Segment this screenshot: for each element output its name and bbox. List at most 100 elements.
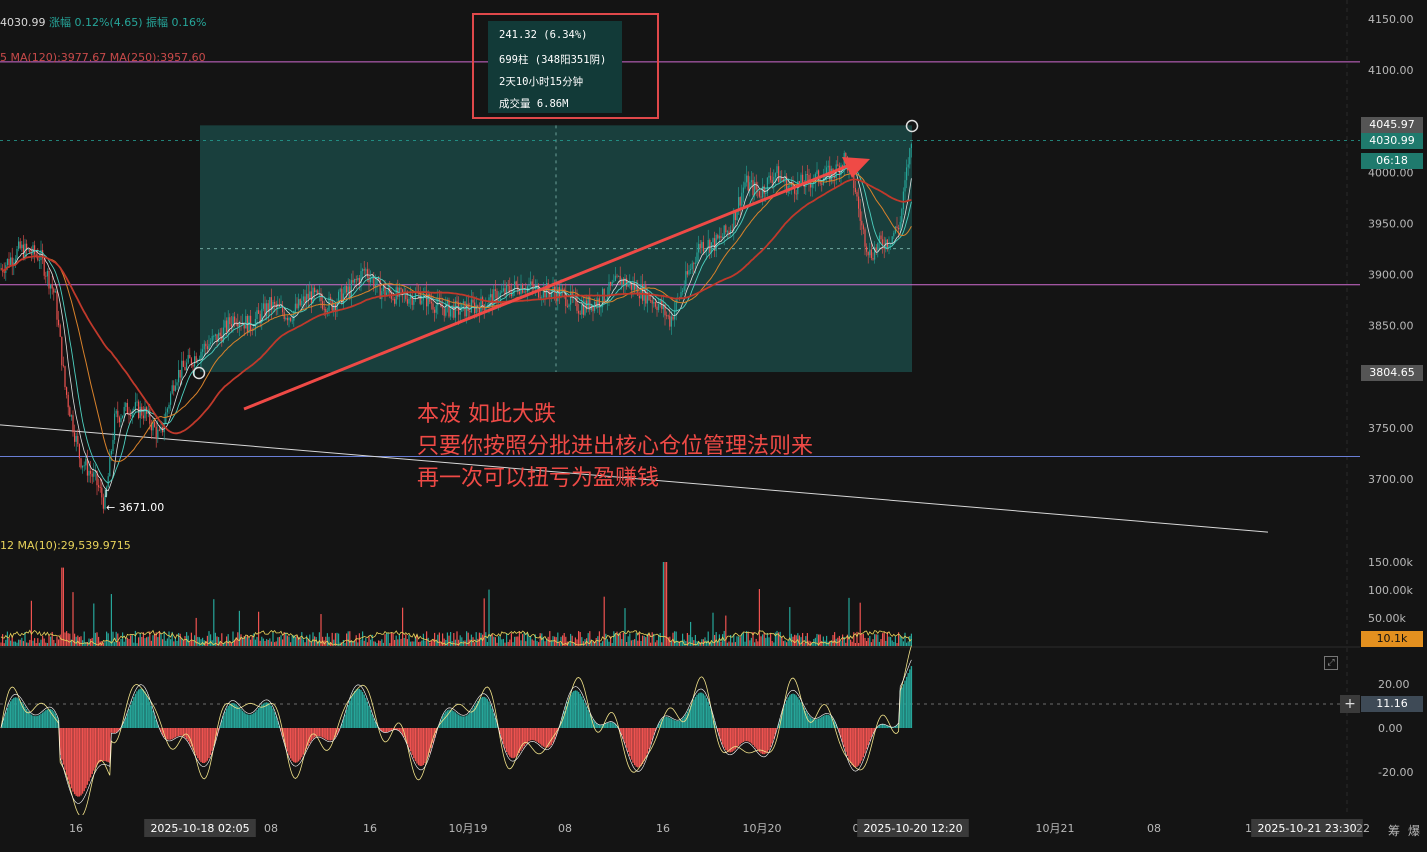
osc-bar (726, 728, 729, 752)
candle-body (773, 176, 775, 184)
volume-bar (358, 633, 360, 646)
candle-body (182, 360, 184, 367)
volume-bar (738, 636, 740, 646)
candle-body (370, 278, 372, 283)
candle-body (530, 281, 532, 286)
osc-bar (853, 728, 855, 767)
candle-body (347, 286, 349, 293)
osc-bar (275, 716, 277, 728)
volume-bar (75, 636, 77, 646)
volume-bar (504, 642, 506, 646)
volume-bar (464, 640, 466, 646)
volume-bar (770, 633, 772, 646)
candle-body (118, 417, 120, 423)
candle-body (112, 439, 114, 451)
osc-bar (347, 705, 349, 728)
osc-bar (817, 718, 820, 728)
candle-body (218, 332, 220, 342)
volume-bar (862, 633, 864, 646)
osc-bar (331, 728, 333, 741)
candle-body (16, 248, 18, 260)
osc-bar (193, 728, 196, 753)
volume-bar (21, 637, 23, 646)
osc-bar (104, 728, 106, 762)
osc-bar (651, 728, 653, 740)
osc-bar (326, 728, 329, 741)
chip-icon[interactable]: 筹 (1388, 822, 1400, 839)
volume-bar (878, 641, 880, 646)
volume-bar (267, 639, 269, 646)
volume-bar (776, 630, 778, 646)
osc-bar (371, 714, 373, 728)
volume-bar (240, 634, 242, 646)
osc-bar (824, 715, 826, 728)
high-price-box: 4045.97 (1361, 117, 1423, 133)
volume-bar (763, 632, 765, 646)
candle-body (298, 299, 300, 309)
osc-bar (598, 725, 601, 728)
candle-body (101, 487, 103, 498)
volume-bar (822, 636, 824, 646)
candle-body (421, 300, 423, 304)
volume-bar (536, 640, 538, 646)
burst-icon[interactable]: 爆 (1408, 822, 1420, 839)
osc-bar (792, 693, 794, 728)
volume-bar (870, 642, 872, 646)
volume-bar (107, 633, 109, 646)
candle-body (909, 148, 911, 165)
osc-bar (509, 728, 511, 757)
volume-bar (438, 632, 440, 646)
candle-body (725, 225, 727, 233)
osc-bar (901, 687, 903, 728)
volume-bar (366, 642, 368, 646)
volume-bar (344, 642, 346, 646)
chart-canvas[interactable]: 4150.004100.004000.003950.003900.003850.… (0, 0, 1427, 852)
volume-bar (69, 633, 71, 646)
candle-body (896, 226, 898, 228)
candle-body (736, 211, 738, 221)
volume-bar (106, 631, 108, 646)
osc-bar (529, 728, 532, 741)
candle-body (902, 191, 904, 209)
volume-bar (659, 633, 661, 646)
osc-bar (909, 669, 911, 728)
osc-bar (485, 697, 487, 728)
volume-bar (123, 641, 125, 646)
candle-body (490, 294, 492, 298)
osc-bar (115, 728, 117, 733)
add-plus-button[interactable]: + (1340, 695, 1360, 713)
volume-bar (286, 635, 288, 646)
osc-bar (857, 728, 860, 766)
ma-legend: 5 MA(120):3977.67 MA(250):3957.60 (0, 51, 206, 64)
candle-body (256, 310, 258, 319)
osc-bar (73, 728, 76, 795)
candle-body (578, 310, 580, 314)
volume-bar (365, 637, 367, 646)
candle-body (158, 429, 160, 431)
osc-bar (587, 710, 589, 728)
osc-bar (304, 728, 306, 752)
candle-body (85, 458, 87, 466)
expand-icon[interactable]: ⤢ (1324, 656, 1338, 670)
osc-bar (720, 728, 722, 741)
volume-bar (272, 632, 274, 646)
time-axis-tick: 16 (363, 822, 377, 835)
osc-bar (501, 728, 503, 740)
osc-bar (147, 697, 149, 728)
volume-bar (784, 640, 786, 646)
volume-bar (520, 640, 522, 646)
volume-bar (381, 639, 383, 646)
osc-bar (702, 693, 705, 728)
osc-bar (249, 714, 252, 728)
candle-body (136, 401, 138, 403)
volume-bar (35, 643, 37, 646)
candle-body (698, 243, 700, 253)
candle-body (614, 275, 616, 282)
candle-body (43, 258, 45, 276)
osc-bar (102, 728, 105, 761)
volume-bar (688, 634, 690, 646)
candle-body (294, 303, 296, 312)
osc-bar (504, 728, 506, 749)
volume-bar (635, 632, 637, 646)
volume-bar (59, 634, 61, 646)
